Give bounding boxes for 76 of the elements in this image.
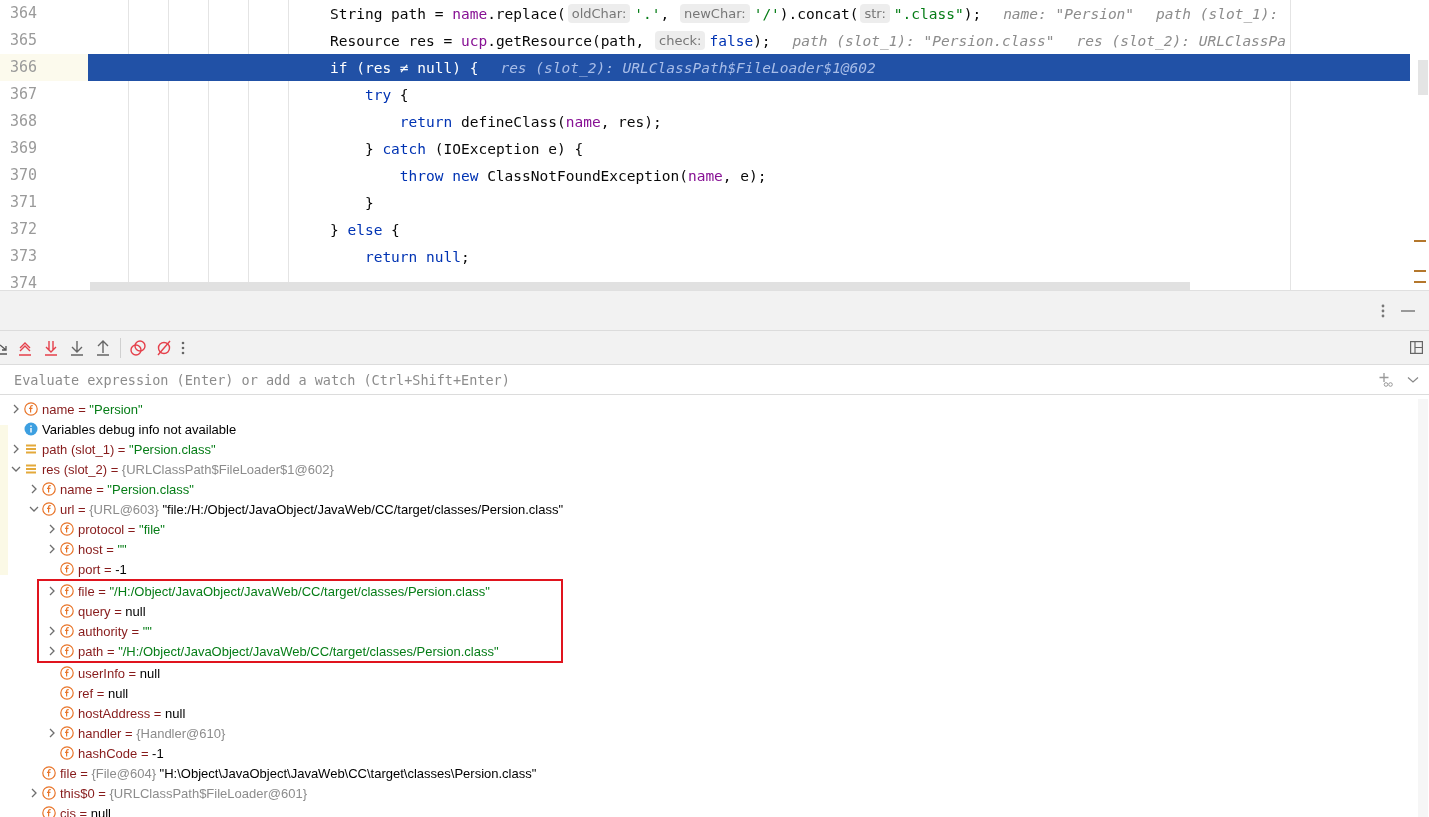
variable-entry[interactable]: this$0 = {URLClassPath$FileLoader@601} [60,785,307,801]
step-down-icon[interactable] [68,338,86,357]
variable-entry[interactable]: name = "Persion.class" [60,481,194,497]
variable-entry[interactable]: path (slot_1) = "Persion.class" [42,441,216,457]
variable-entry[interactable]: host = "" [78,541,127,557]
variable-entry[interactable]: query = null [78,603,146,619]
chevron-down-icon[interactable] [1407,375,1419,384]
line-number: 372 [9,219,39,240]
code-line: Resource res = ucp.getResource(path, check: false); path (slot_1): "Persion.class" res (slot_2): URLClassPa [329,30,1288,52]
line-number: 364 [9,3,39,24]
variable-entry[interactable]: port = -1 [78,561,127,577]
line-number: 371 [9,192,39,213]
evaluate-field[interactable]: Evaluate expression (Enter) or add a watch (Ctrl+Shift+Enter) [12,371,1365,388]
mute-breakpoints-icon[interactable] [155,338,173,357]
info-icon [24,422,38,436]
variable-entry[interactable]: hashCode = -1 [78,745,164,761]
field-icon [42,806,56,817]
field-icon [24,402,38,416]
field-icon [60,522,74,536]
variable-entry[interactable]: name = "Persion" [42,401,143,417]
step-out-icon[interactable] [94,338,112,357]
field-icon [42,482,56,496]
field-icon [60,604,74,618]
field-icon [60,706,74,720]
variable-entry[interactable]: url = {URL@603} "file:/H:/Object/JavaObject/JavaWeb/CC/target/classes/Persion.class" [60,501,564,517]
variable-entry[interactable]: res (slot_2) = {URLClassPath$FileLoader$1@602} [42,461,334,477]
vertical-scrollbar[interactable] [1418,60,1428,95]
field-icon [42,502,56,516]
variable-entry[interactable]: path = "/H:/Object/JavaObject/JavaWeb/CC/target/classes/Persion.class" [78,643,499,659]
variable-entry[interactable]: file = "/H:/Object/JavaObject/JavaWeb/CC/target/classes/Persion.class" [78,583,490,599]
line-number: 370 [9,165,39,186]
info-message: Variables debug info not available [42,421,237,437]
add-watch-icon[interactable] [1379,372,1393,387]
variable-entry[interactable]: userInfo = null [78,665,161,681]
line-number: 373 [9,246,39,267]
code-line: throw new ClassNotFoundException(name, e); [398,166,768,186]
line-number: 368 [9,111,39,132]
field-icon [60,584,74,598]
field-icon [60,624,74,638]
minimize-icon[interactable] [1401,309,1415,312]
field-icon [60,542,74,556]
breakpoints-icon[interactable] [129,338,147,357]
code-line: return null; [363,247,471,267]
code-line: String path = name.replace( oldChar: '.', newChar: '/').concat( str: ".class"); name: "Persion" path (slot_1): [329,3,1280,25]
code-line: } catch (IOException e) { [363,139,585,159]
variable-entry[interactable]: authority = "" [78,623,152,639]
code-line: } [363,193,375,213]
code-line: try { [363,85,410,105]
list-icon [24,442,38,456]
list-icon [24,462,38,476]
line-number: 374 [9,273,39,290]
field-icon [60,644,74,658]
variable-entry[interactable]: file = {File@604} "H:\Object\JavaObject\JavaWeb\CC\target\classes\Persion.class" [60,765,537,781]
more-icon[interactable] [181,340,185,355]
field-icon [60,746,74,760]
line-number: 365 [9,30,39,51]
variable-entry[interactable]: cis = null [60,805,111,817]
variable-entry[interactable]: protocol = "file" [78,521,165,537]
code-line: } else { [329,220,401,240]
line-number: 369 [9,138,39,159]
more-icon[interactable] [1381,303,1385,318]
field-icon [42,786,56,800]
field-icon [60,666,74,680]
field-icon [42,766,56,780]
code-line: return defineClass(name, res); [398,112,663,132]
line-number: 366 [0,54,88,81]
field-icon [60,562,74,576]
variable-entry[interactable]: handler = {Handler@610} [78,725,226,741]
layout-icon[interactable] [1410,341,1423,354]
variable-entry[interactable]: ref = null [78,685,129,701]
force-step-into-icon[interactable] [42,338,60,357]
line-number: 367 [9,84,39,105]
variable-entry[interactable]: hostAddress = null [78,705,186,721]
horizontal-scrollbar[interactable] [90,282,1190,290]
field-icon [60,686,74,700]
field-icon [60,726,74,740]
